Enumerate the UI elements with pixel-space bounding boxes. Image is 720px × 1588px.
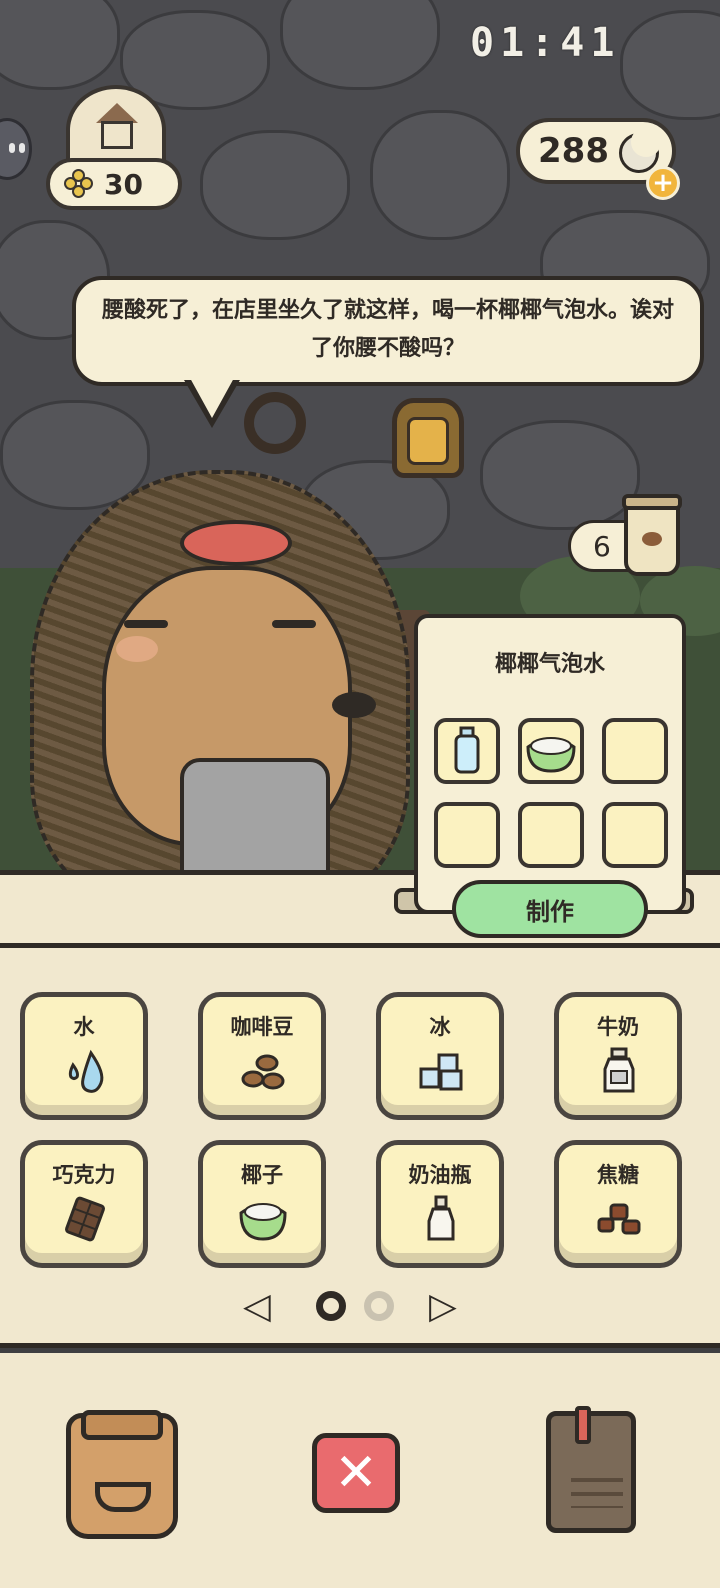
ingredient-ice[interactable]: 冰 — [376, 992, 504, 1120]
recipe-slot[interactable] — [434, 718, 500, 784]
recipe-slot-empty[interactable] — [602, 718, 668, 784]
bottom-bar: ✕ — [0, 1353, 720, 1588]
water-bottle-icon — [454, 726, 480, 774]
wall-stone — [0, 0, 120, 90]
prev-page-button[interactable]: ◁ — [240, 1286, 274, 1327]
ingredient-label: 冰 — [429, 1015, 451, 1039]
page-dot-active[interactable] — [316, 1291, 346, 1321]
recipe-slot[interactable] — [518, 718, 584, 784]
ingredient-cream-bottle[interactable]: 奶油瓶 — [376, 1140, 504, 1268]
ingredient-label: 牛奶 — [597, 1015, 639, 1039]
ingredient-label: 水 — [73, 1015, 95, 1039]
make-button[interactable]: 制作 — [452, 880, 648, 938]
wall-stone — [280, 0, 440, 90]
ingredient-coconut[interactable]: 椰子 — [198, 1140, 326, 1268]
water-drop-icon — [68, 1049, 104, 1093]
milk-bottle-icon — [603, 1047, 635, 1093]
order-count-value: 6 — [593, 529, 611, 563]
recipe-slot-empty[interactable] — [434, 802, 500, 868]
recipe-slot-empty[interactable] — [602, 802, 668, 868]
bag-icon[interactable] — [66, 1410, 178, 1539]
ingredient-label: 椰子 — [241, 1163, 283, 1187]
clover-counter: 30 — [46, 158, 182, 210]
dialog-text: 腰酸死了，在店里坐久了就这样，喝一杯椰椰气泡水。诶对了你腰不酸吗？ — [101, 298, 674, 361]
moon-count: 288 — [538, 131, 609, 171]
wall-stone — [200, 130, 350, 240]
ingredient-label: 巧克力 — [52, 1163, 116, 1187]
caramel-icon — [597, 1203, 641, 1235]
hat-icon — [180, 520, 292, 566]
clock: 01:41 — [470, 20, 621, 66]
recipe-slot-empty[interactable] — [518, 802, 584, 868]
chocolate-icon — [65, 1196, 105, 1242]
coffee-cup-icon — [622, 494, 682, 576]
wreath-decoration — [244, 392, 306, 454]
ingredient-chocolate[interactable]: 巧克力 — [20, 1140, 148, 1268]
wall-stone — [480, 420, 640, 530]
ingredient-label: 焦糖 — [597, 1163, 639, 1187]
recipe-card: 椰椰气泡水 — [414, 614, 686, 914]
ingredient-milk[interactable]: 牛奶 — [554, 992, 682, 1120]
house-icon — [96, 103, 138, 153]
ingredient-coffee-bean[interactable]: 咖啡豆 — [198, 992, 326, 1120]
hedgehog-customer[interactable] — [20, 470, 420, 880]
page-dot[interactable] — [364, 1291, 394, 1321]
dialog-bubble[interactable]: 腰酸死了，在店里坐久了就这样，喝一杯椰椰气泡水。诶对了你腰不酸吗？ — [72, 276, 704, 386]
ingredient-label: 咖啡豆 — [230, 1015, 294, 1039]
coconut-icon — [239, 1203, 287, 1241]
coffee-bean-icon — [241, 1054, 285, 1090]
next-page-button[interactable]: ▷ — [426, 1286, 460, 1327]
page-indicator: ◁ ▷ — [240, 1282, 460, 1330]
ingredient-water[interactable]: 水 — [20, 992, 148, 1120]
wall-stone — [370, 110, 510, 240]
coconut-icon — [526, 737, 576, 773]
wall-stone — [620, 10, 720, 120]
cream-bottle-icon — [427, 1195, 455, 1241]
add-moon-button[interactable]: + — [646, 166, 680, 200]
close-button[interactable]: ✕ — [312, 1433, 400, 1513]
recipe-name: 椰椰气泡水 — [494, 652, 605, 677]
ingredient-label: 奶油瓶 — [408, 1163, 472, 1187]
clover-count: 30 — [104, 167, 143, 201]
ingredient-caramel[interactable]: 焦糖 — [554, 1140, 682, 1268]
lantern-icon — [392, 398, 464, 478]
moon-icon — [617, 127, 661, 173]
ice-cube-icon — [419, 1053, 463, 1091]
recipe-book-icon[interactable] — [546, 1406, 636, 1533]
clover-icon — [64, 169, 94, 199]
